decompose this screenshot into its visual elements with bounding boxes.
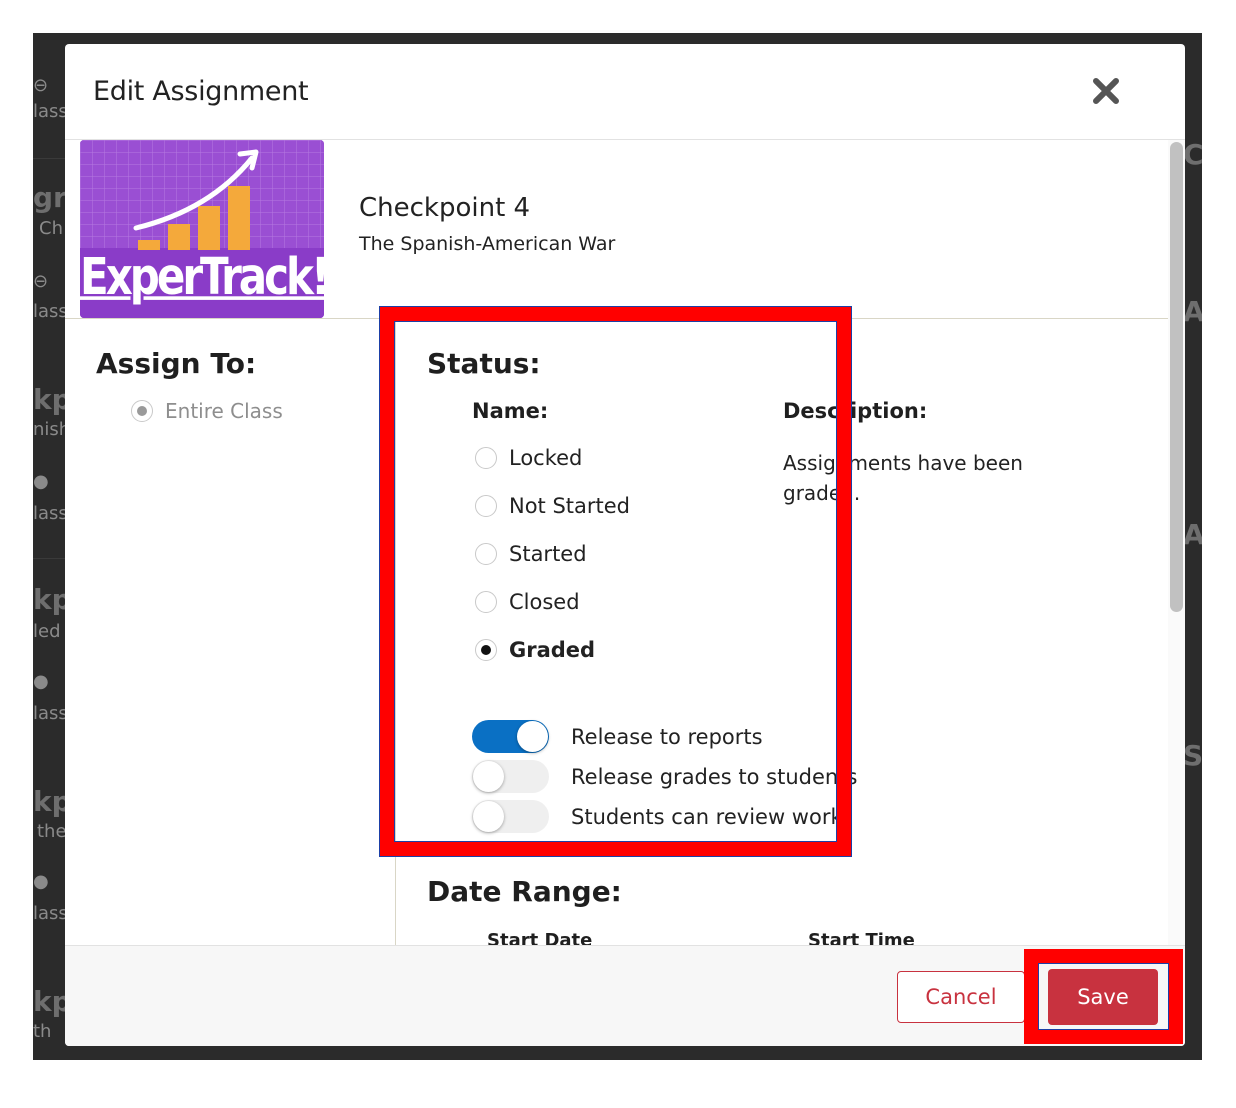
entire-class-radio[interactable]: Entire Class bbox=[131, 399, 283, 423]
bg-fragment: lass bbox=[33, 903, 68, 924]
modal-footer: Cancel Save bbox=[65, 945, 1185, 1046]
start-date-label: Start Date bbox=[487, 930, 593, 945]
scrollbar-thumb[interactable] bbox=[1170, 142, 1183, 612]
bg-fragment: th bbox=[33, 1021, 52, 1042]
modal-header: Edit Assignment bbox=[65, 44, 1185, 140]
thumbnail-logo-text: ExperTrack! bbox=[80, 247, 324, 306]
bg-fragment: A bbox=[1183, 295, 1202, 328]
close-icon[interactable] bbox=[1091, 76, 1121, 106]
bg-fragment: the bbox=[37, 821, 67, 842]
bg-fragment: lass bbox=[33, 503, 68, 524]
entire-class-label: Entire Class bbox=[165, 399, 283, 423]
date-range-heading: Date Range: bbox=[427, 875, 622, 908]
bg-fragment: lass bbox=[33, 301, 68, 322]
radio-button[interactable] bbox=[131, 400, 153, 422]
assignment-name: Checkpoint 4 bbox=[359, 193, 531, 223]
cancel-button[interactable]: Cancel bbox=[897, 971, 1025, 1023]
bg-fragment: ● bbox=[33, 871, 49, 892]
save-highlight-box bbox=[1024, 949, 1183, 1044]
bg-fragment: led bbox=[33, 621, 61, 642]
scrollbar[interactable] bbox=[1168, 140, 1185, 945]
assign-to-section: Assign To: Entire Class bbox=[65, 319, 395, 945]
bg-fragment: A bbox=[1183, 518, 1202, 551]
modal-title: Edit Assignment bbox=[93, 76, 309, 107]
assignment-subtitle: The Spanish-American War bbox=[359, 233, 616, 255]
bg-fragment: ⊖ bbox=[33, 75, 49, 96]
status-highlight-box bbox=[379, 306, 852, 857]
bg-fragment: S bbox=[1183, 739, 1202, 772]
start-time-label: Start Time bbox=[808, 930, 915, 945]
assignment-info: ExperTrack! Checkpoint 4 The Spanish-Ame… bbox=[65, 140, 1168, 319]
bg-fragment: Ch bbox=[39, 218, 63, 239]
bg-fragment: ● bbox=[33, 471, 49, 492]
assign-to-heading: Assign To: bbox=[96, 347, 257, 380]
bg-fragment: C bbox=[1183, 138, 1202, 171]
bg-fragment: lass bbox=[33, 101, 68, 122]
bg-fragment: lass bbox=[33, 703, 68, 724]
bg-fragment: ● bbox=[33, 671, 49, 692]
bg-fragment: ⊖ bbox=[33, 271, 49, 292]
assignment-thumbnail: ExperTrack! bbox=[80, 140, 324, 318]
